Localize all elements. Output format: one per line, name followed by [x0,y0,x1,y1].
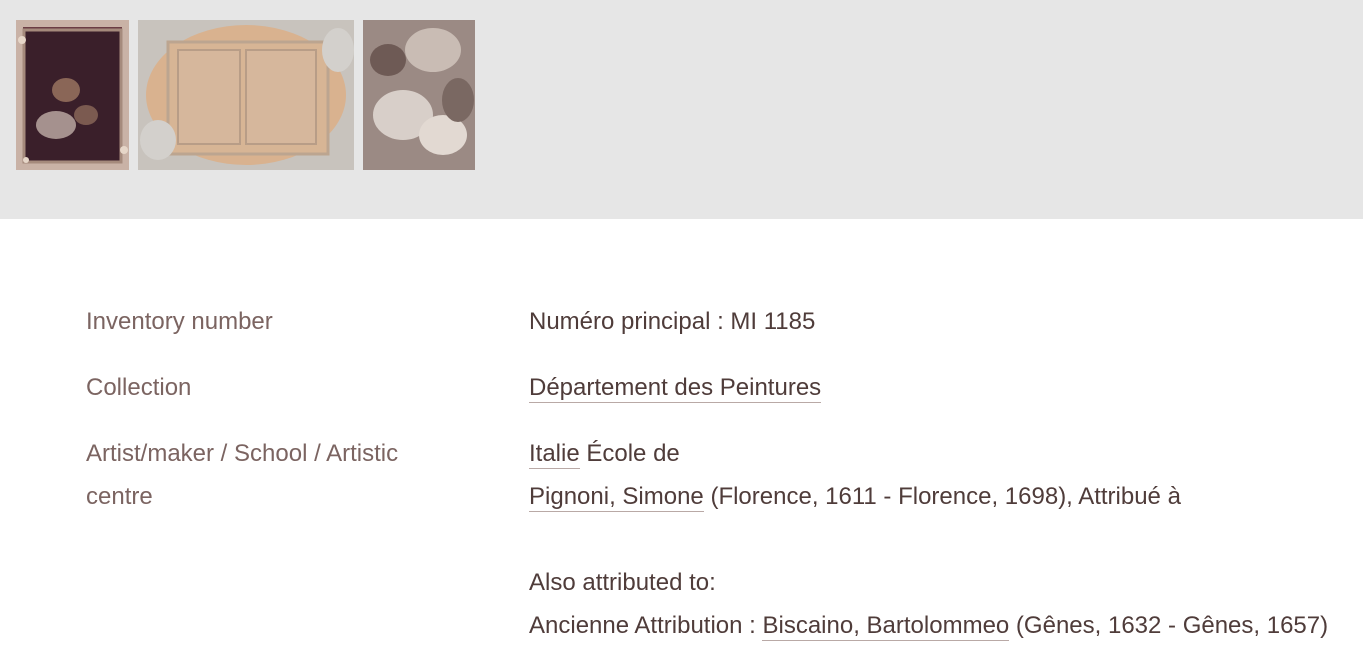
artist-value: Italie École de Pignoni, Simone (Florenc… [529,432,1363,647]
collection-label: Collection [86,374,192,401]
artist-line: Pignoni, Simone (Florence, 1611 - Floren… [529,475,1363,518]
painting-image [138,20,354,170]
painting-image [16,20,129,170]
also-attributed-heading: Also attributed to: [529,569,716,596]
artist-suffix: (Florence, 1611 - Florence, 1698), Attri… [703,483,1181,510]
thumbnail-2[interactable] [138,20,354,170]
painting-image [363,20,475,170]
former-artist-link[interactable]: Biscaino, Bartolommeo [762,612,1010,641]
former-suffix: (Gênes, 1632 - Gênes, 1657) [1009,612,1329,639]
collection-value: Département des Peintures [529,366,1363,409]
inventory-value: Numéro principal : MI 1185 [529,308,816,335]
thumbnail-1[interactable] [16,20,129,170]
artist-label: Artist/maker / School / Artistic centre [86,440,399,510]
artist-link[interactable]: Pignoni, Simone [529,483,704,512]
school-link[interactable]: Italie [529,440,580,469]
inventory-label: Inventory number [86,308,273,335]
collection-link[interactable]: Département des Peintures [529,374,822,403]
school-line: Italie École de [529,432,1363,475]
school-suffix: École de [579,440,680,467]
thumbnail-3[interactable] [363,20,475,170]
former-prefix: Ancienne Attribution : [529,612,763,639]
former-attribution-line: Ancienne Attribution : Biscaino, Bartolo… [529,604,1363,647]
thumbnail-strip [0,0,1363,219]
